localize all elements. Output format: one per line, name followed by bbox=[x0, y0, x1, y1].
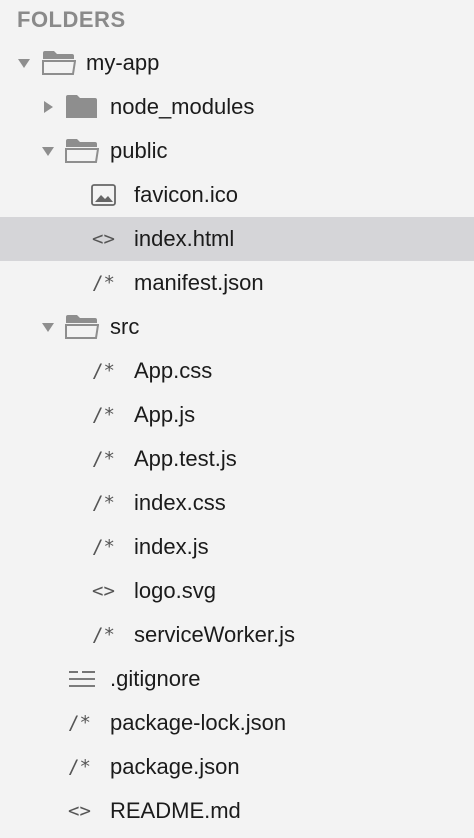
folder-open-icon bbox=[42, 50, 76, 76]
image-file-icon bbox=[91, 184, 117, 206]
code-file-icon: <> bbox=[68, 800, 91, 822]
tree-item-label: node_modules bbox=[110, 94, 255, 119]
tree-item-manifest-json[interactable]: /* manifest.json bbox=[0, 261, 474, 305]
tree-item-label: App.css bbox=[134, 358, 213, 383]
tree-item-label: README.md bbox=[110, 798, 241, 823]
folders-header: FOLDERS bbox=[17, 7, 126, 32]
file-tree: my-app node_modules public favicon.ico <… bbox=[0, 41, 474, 833]
tree-item-label: my-app bbox=[86, 50, 160, 75]
tree-item-app-test-js[interactable]: /* App.test.js bbox=[0, 437, 474, 481]
code-file-icon: <> bbox=[92, 228, 115, 250]
tree-item-index-html[interactable]: <> index.html bbox=[0, 217, 474, 261]
tree-item-label: App.js bbox=[134, 402, 196, 427]
chevron-down-icon[interactable] bbox=[41, 320, 55, 334]
folder-open-icon bbox=[65, 138, 99, 164]
tree-item-label: .gitignore bbox=[110, 666, 201, 691]
tree-item-gitignore[interactable]: .gitignore bbox=[0, 657, 474, 701]
code-file-icon: <> bbox=[92, 580, 115, 602]
chevron-down-icon[interactable] bbox=[41, 144, 55, 158]
tree-item-label: public bbox=[110, 138, 168, 163]
text-file-icon bbox=[68, 670, 96, 688]
comment-file-icon: /* bbox=[92, 404, 115, 426]
tree-item-app-css[interactable]: /* App.css bbox=[0, 349, 474, 393]
tree-item-label: index.js bbox=[134, 534, 209, 559]
tree-item-my-app[interactable]: my-app bbox=[0, 41, 474, 85]
comment-file-icon: /* bbox=[68, 756, 91, 778]
tree-item-favicon[interactable]: favicon.ico bbox=[0, 173, 474, 217]
comment-file-icon: /* bbox=[92, 272, 115, 294]
tree-item-index-css[interactable]: /* index.css bbox=[0, 481, 474, 525]
tree-item-src[interactable]: src bbox=[0, 305, 474, 349]
tree-item-label: src bbox=[110, 314, 140, 339]
folder-open-icon bbox=[65, 314, 99, 340]
comment-file-icon: /* bbox=[92, 360, 115, 382]
tree-item-readme-md[interactable]: <> README.md bbox=[0, 789, 474, 833]
comment-file-icon: /* bbox=[92, 624, 115, 646]
chevron-right-icon[interactable] bbox=[41, 100, 55, 114]
tree-item-logo-svg[interactable]: <> logo.svg bbox=[0, 569, 474, 613]
tree-item-node-modules[interactable]: node_modules bbox=[0, 85, 474, 129]
tree-item-label: serviceWorker.js bbox=[134, 622, 295, 647]
chevron-down-icon[interactable] bbox=[17, 56, 31, 70]
tree-item-index-js[interactable]: /* index.js bbox=[0, 525, 474, 569]
tree-item-label: index.html bbox=[134, 226, 235, 251]
comment-file-icon: /* bbox=[92, 492, 115, 514]
tree-item-app-js[interactable]: /* App.js bbox=[0, 393, 474, 437]
tree-item-label: logo.svg bbox=[134, 578, 216, 603]
tree-item-package-lock-json[interactable]: /* package-lock.json bbox=[0, 701, 474, 745]
tree-item-package-json[interactable]: /* package.json bbox=[0, 745, 474, 789]
comment-file-icon: /* bbox=[68, 712, 91, 734]
comment-file-icon: /* bbox=[92, 448, 115, 470]
tree-item-label: favicon.ico bbox=[134, 182, 238, 207]
tree-item-label: package-lock.json bbox=[110, 710, 287, 735]
tree-item-label: manifest.json bbox=[134, 270, 264, 295]
folders-sidebar: FOLDERS my-app node_modules public favic… bbox=[0, 0, 474, 838]
tree-item-label: package.json bbox=[110, 754, 240, 779]
folder-icon bbox=[65, 94, 99, 120]
tree-item-service-worker-js[interactable]: /* serviceWorker.js bbox=[0, 613, 474, 657]
tree-item-public[interactable]: public bbox=[0, 129, 474, 173]
tree-item-label: index.css bbox=[134, 490, 226, 515]
tree-item-label: App.test.js bbox=[134, 446, 237, 471]
comment-file-icon: /* bbox=[92, 536, 115, 558]
